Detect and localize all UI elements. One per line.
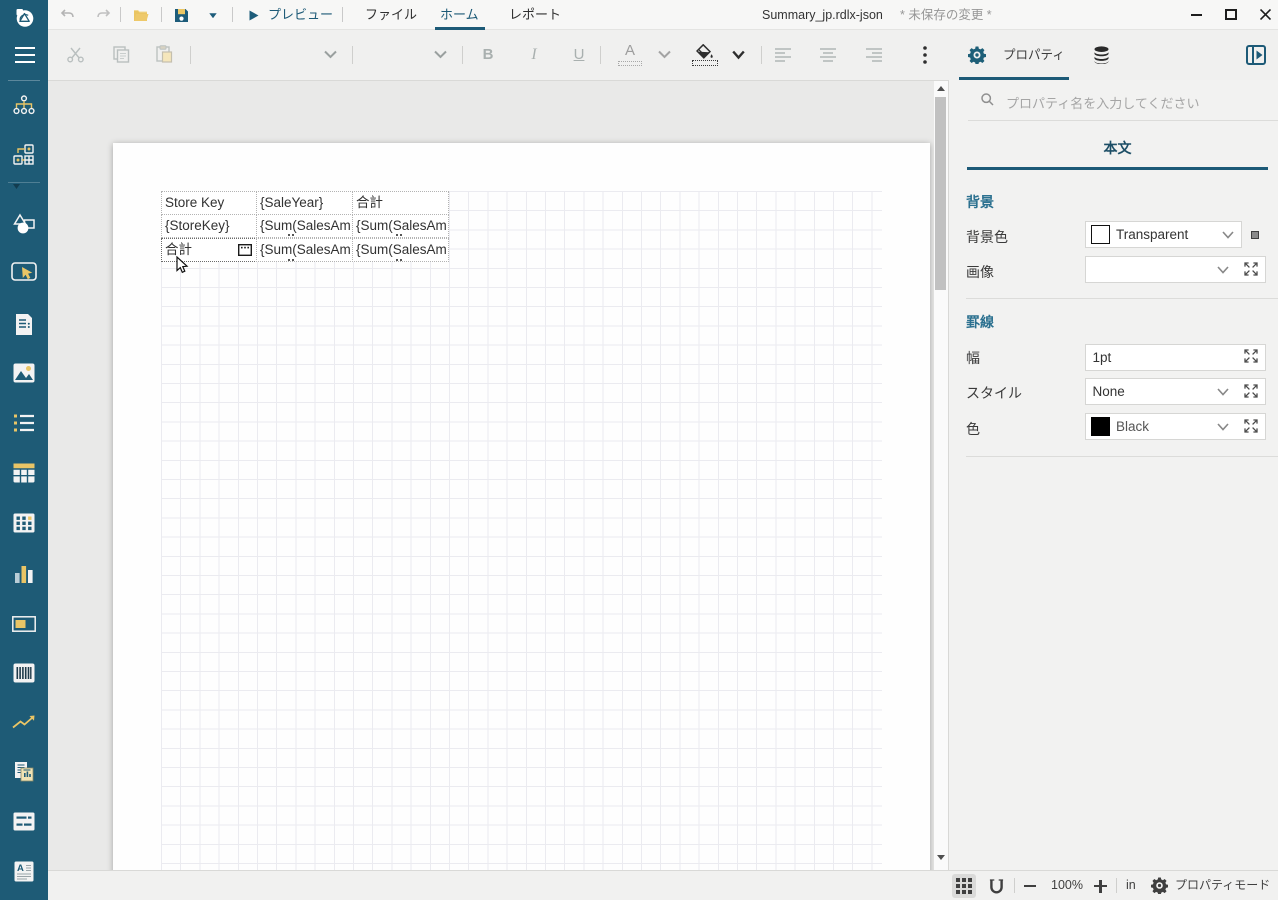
svg-text:A: A (17, 863, 24, 874)
